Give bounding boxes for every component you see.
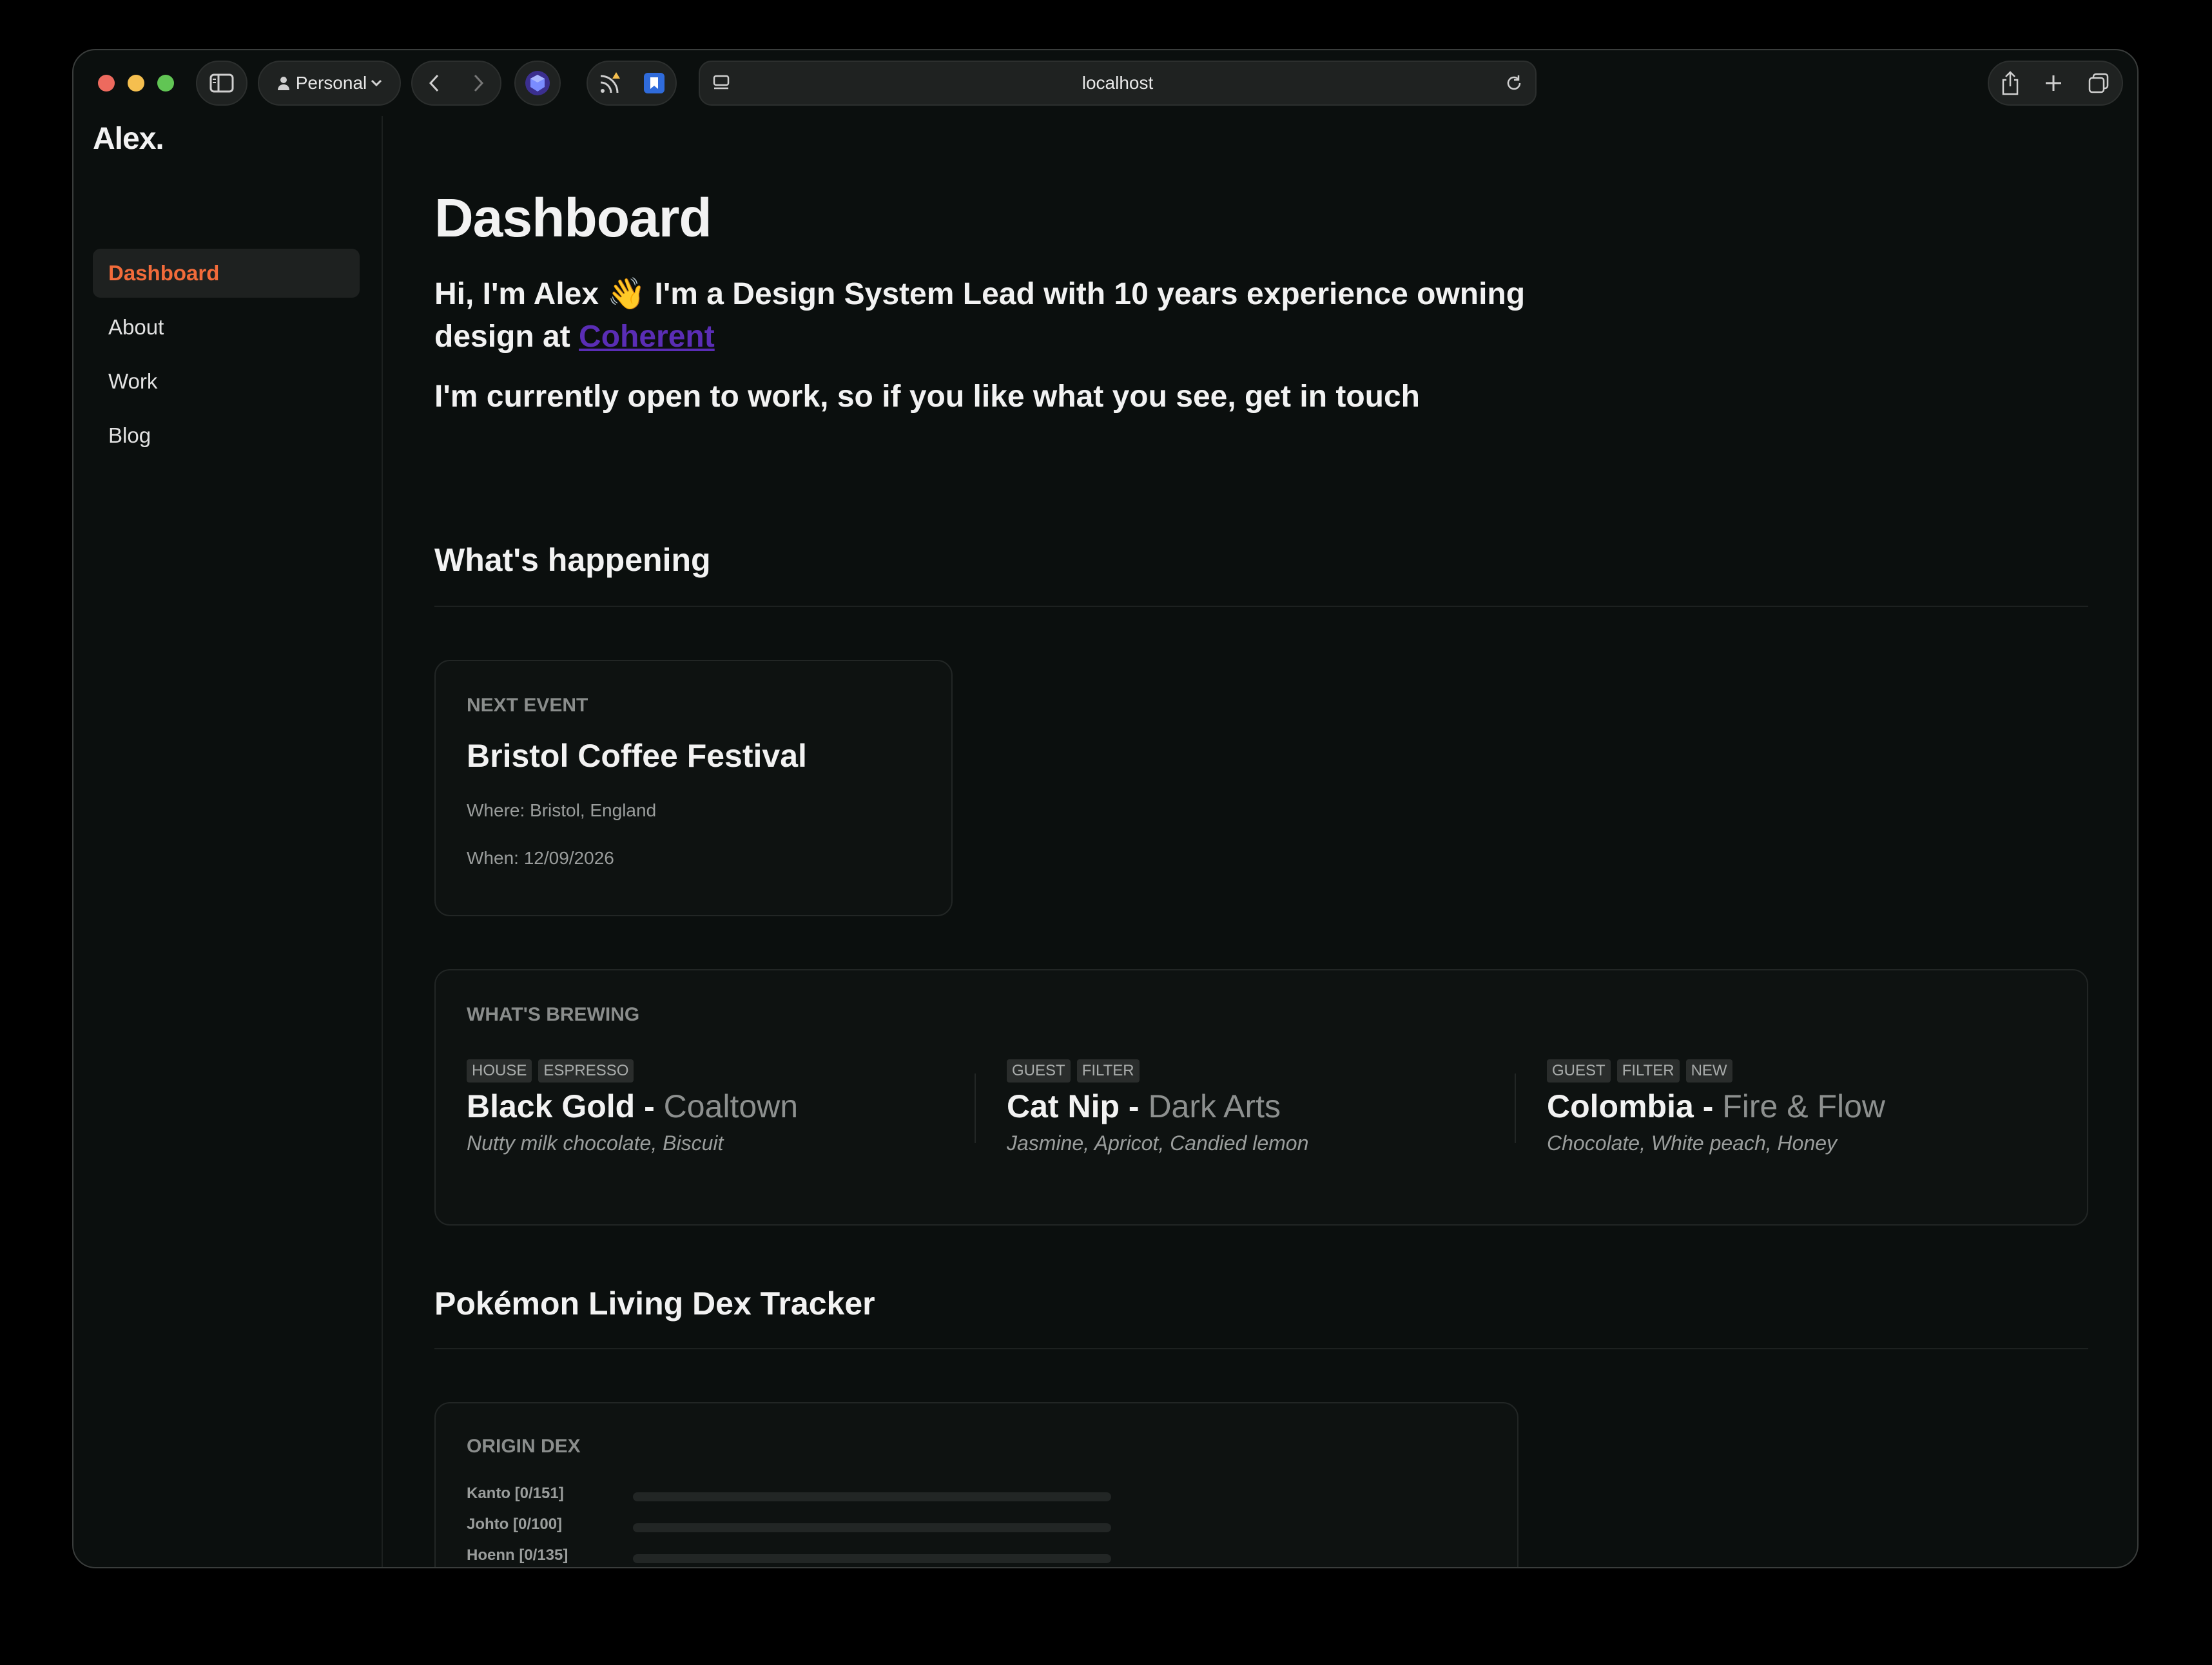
minimize-window-button[interactable] bbox=[128, 75, 144, 91]
brew-name: Colombia - Fire & Flow bbox=[1547, 1088, 1886, 1124]
main-content: Dashboard Hi, I'm Alex 👋 I'm a Design Sy… bbox=[434, 50, 2137, 1567]
brew-tag: Filter bbox=[1616, 1059, 1680, 1083]
tasting-notes: Chocolate, White peach, Honey bbox=[1547, 1131, 1838, 1155]
profile-label: Personal bbox=[295, 73, 367, 93]
brew-item: Guest Filter New Colombia - Fire & Flow … bbox=[1547, 1059, 2056, 1155]
next-event-card: Next event Bristol Coffee Festival Where… bbox=[434, 660, 953, 916]
company-link[interactable]: Coherent bbox=[579, 320, 715, 354]
brew-tag: Filter bbox=[1076, 1059, 1140, 1083]
intro-text: Hi, I'm Alex 👋 I'm a Design System Lead … bbox=[434, 273, 1633, 358]
person-icon bbox=[277, 77, 289, 90]
coffee-name: Colombia bbox=[1547, 1088, 1694, 1124]
close-window-button[interactable] bbox=[98, 75, 115, 91]
site-sidebar: Alex. Dashboard About Work Blog bbox=[73, 116, 383, 1567]
site-nav: Dashboard About Work Blog bbox=[93, 249, 360, 465]
section-divider bbox=[434, 1348, 2088, 1349]
nav-item-dashboard[interactable]: Dashboard bbox=[93, 249, 360, 298]
sidebar-toggle-button[interactable] bbox=[196, 61, 247, 106]
nav-item-work[interactable]: Work bbox=[93, 357, 360, 406]
section-title-dex: Pokémon Living Dex Tracker bbox=[434, 1285, 875, 1322]
dex-region-label: Hoenn [0/135] bbox=[467, 1546, 568, 1564]
browser-window: Personal localhost Alex. Dashboard About… bbox=[72, 49, 2139, 1568]
tasting-notes: Nutty milk chocolate, Biscuit bbox=[467, 1131, 724, 1155]
page-title: Dashboard bbox=[434, 188, 712, 248]
coffee-name: Cat Nip bbox=[1007, 1088, 1120, 1124]
open-to-work-text: I'm currently open to work, so if you li… bbox=[434, 380, 1420, 414]
brew-tag: Guest bbox=[1547, 1059, 1611, 1083]
origin-dex-card: Origin Dex Kanto [0/151] Johto [0/100] Hoe… bbox=[434, 1402, 1518, 1567]
brew-item: House Espresso Black Gold - Coaltown Nut… bbox=[467, 1059, 976, 1155]
section-divider bbox=[434, 606, 2088, 607]
brew-name: Black Gold - Coaltown bbox=[467, 1088, 799, 1124]
card-label: Next event bbox=[467, 695, 588, 716]
brew-tag: House bbox=[467, 1059, 532, 1083]
dex-progress-bar bbox=[633, 1523, 1111, 1532]
brew-tag: New bbox=[1685, 1059, 1732, 1083]
card-label: Origin Dex bbox=[467, 1436, 581, 1457]
tasting-notes: Jasmine, Apricot, Candied lemon bbox=[1007, 1131, 1309, 1155]
column-divider bbox=[975, 1073, 976, 1143]
card-label: What's brewing bbox=[467, 1004, 640, 1025]
nav-item-blog[interactable]: Blog bbox=[93, 411, 360, 460]
dex-progress-bar bbox=[633, 1492, 1111, 1501]
roaster-name: Dark Arts bbox=[1148, 1088, 1281, 1124]
dex-progress-row: Kanto [0/151] bbox=[467, 1485, 1111, 1504]
brew-tag: Guest bbox=[1007, 1059, 1071, 1083]
section-title-happening: What's happening bbox=[434, 542, 711, 578]
brew-name: Cat Nip - Dark Arts bbox=[1007, 1088, 1281, 1124]
dex-progress-row: Hoenn [0/135] bbox=[467, 1546, 1111, 1566]
nav-item-about[interactable]: About bbox=[93, 303, 360, 352]
event-location: Where: Bristol, England bbox=[467, 800, 657, 820]
chevron-down-icon bbox=[371, 79, 382, 87]
roaster-name: Fire & Flow bbox=[1722, 1088, 1886, 1124]
brew-item: Guest Filter Cat Nip - Dark Arts Jasmine… bbox=[1007, 1059, 1516, 1155]
coffee-name: Black Gold bbox=[467, 1088, 635, 1124]
roaster-name: Coaltown bbox=[663, 1088, 799, 1124]
dex-progress-bar bbox=[633, 1554, 1111, 1563]
dex-progress-row: Johto [0/100] bbox=[467, 1516, 1111, 1535]
site-brand[interactable]: Alex. bbox=[93, 121, 164, 157]
brew-tag: Espresso bbox=[538, 1059, 634, 1083]
zoom-window-button[interactable] bbox=[157, 75, 174, 91]
whats-brewing-card: What's brewing House Espresso Black Gold… bbox=[434, 969, 2088, 1226]
sidebar-icon bbox=[209, 73, 234, 93]
profile-menu-button[interactable]: Personal bbox=[258, 61, 401, 106]
event-title: Bristol Coffee Festival bbox=[467, 738, 807, 774]
dex-region-label: Kanto [0/151] bbox=[467, 1485, 564, 1502]
event-date: When: 12/09/2026 bbox=[467, 848, 614, 868]
dex-region-label: Johto [0/100] bbox=[467, 1516, 563, 1533]
column-divider bbox=[1515, 1073, 1516, 1143]
